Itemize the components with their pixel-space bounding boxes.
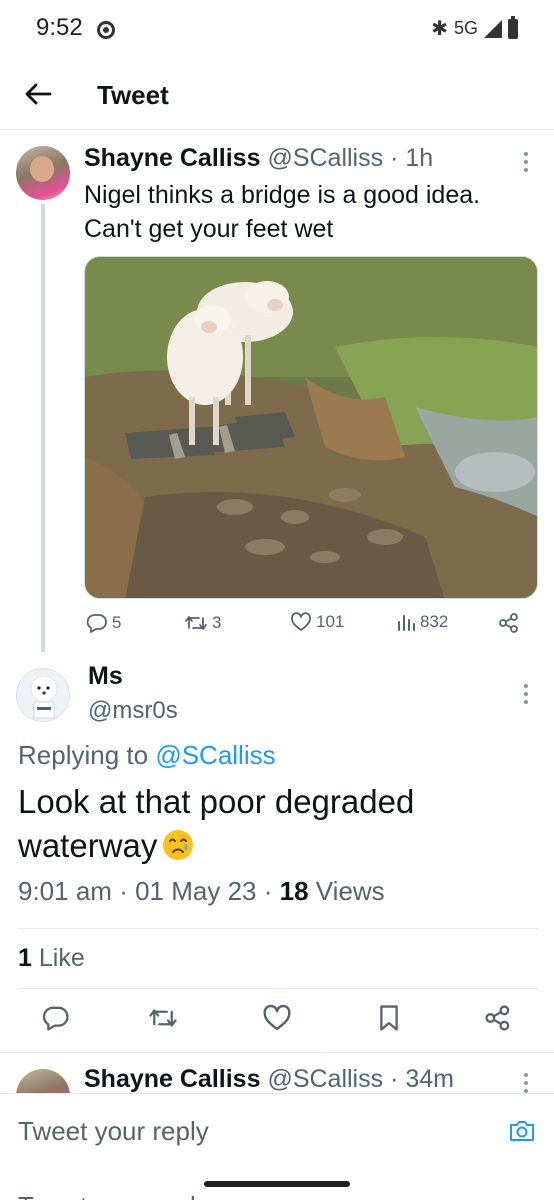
like-button[interactable]: 101 (290, 612, 344, 632)
main-tweet-actions (0, 1000, 554, 1040)
tweet-text-line: Nigel thinks a bridge is a good idea. (84, 181, 481, 209)
tweet-date: 01 May 23 (135, 876, 257, 906)
retweet-count: 3 (212, 613, 222, 632)
avatar[interactable] (16, 668, 70, 722)
author-name[interactable]: Shayne Calliss (84, 1065, 260, 1093)
tweet-actions: 5 3 101 832 (84, 612, 538, 642)
author-name[interactable]: Shayne Calliss (84, 144, 260, 172)
status-indicators: ✱ 5G (431, 15, 518, 41)
author-handle[interactable]: @msr0s (88, 697, 178, 725)
retweet-icon (149, 1009, 177, 1027)
more-options-icon[interactable] (524, 684, 530, 704)
view-count: 18 (279, 876, 309, 906)
replying-to: Replying to @SCalliss (18, 740, 276, 771)
share-icon (485, 1005, 510, 1031)
sync-icon (97, 21, 115, 39)
back-button[interactable] (20, 76, 56, 112)
like-count: 1 (18, 944, 32, 972)
heart-icon (291, 612, 311, 631)
like-button[interactable] (262, 1004, 292, 1037)
home-indicator[interactable] (204, 1181, 350, 1187)
tweet-text-line: Look at that poor degraded (18, 783, 415, 820)
tweet-author-line: Shayne Calliss @SCalliss · 1h (84, 144, 433, 173)
bottom-area: Tweet your reply (0, 1161, 554, 1200)
bookmark-button[interactable] (376, 1004, 402, 1037)
views-label: Views (315, 876, 385, 906)
author-handle[interactable]: @SCalliss (267, 144, 383, 172)
signal-icon (484, 19, 502, 38)
retweet-icon (185, 616, 207, 630)
more-options-icon[interactable] (524, 152, 530, 172)
reply-button[interactable]: 5 (86, 612, 121, 634)
view-count: 832 (420, 612, 449, 631)
divider (18, 988, 538, 989)
page-title: Tweet (97, 80, 169, 110)
tweet-text: Look at that poor degraded waterway (18, 780, 538, 868)
status-bar: 9:52 ✱ 5G (0, 0, 554, 58)
dot-separator: · (390, 144, 399, 172)
dog-avatar-image (17, 669, 69, 721)
retweet-button[interactable] (148, 1004, 178, 1037)
divider (18, 928, 538, 929)
back-arrow-icon (25, 83, 52, 105)
sheep-photo (85, 257, 537, 598)
crying-face-emoji-icon (163, 830, 194, 860)
views-button[interactable]: 832 (396, 612, 448, 632)
avatar[interactable] (16, 146, 70, 200)
replying-mention-link[interactable]: @SCalliss (155, 740, 275, 770)
likes-label: Like (38, 944, 85, 972)
reply-input-ghost: Tweet your reply (18, 1191, 209, 1200)
share-button[interactable] (484, 1004, 512, 1037)
views-icon (398, 615, 415, 631)
share-icon (499, 613, 518, 633)
tweet-time: 34m (405, 1065, 454, 1093)
reply-composer: Tweet your reply (0, 1093, 554, 1161)
tweet-text: Nigel thinks a bridge is a good idea. Ca… (84, 178, 534, 246)
author-name[interactable]: Ms (88, 662, 123, 691)
reply-icon (86, 614, 107, 633)
author-handle[interactable]: @SCalliss (267, 1065, 383, 1093)
top-app-bar: Tweet (0, 58, 554, 130)
likes-summary[interactable]: 1 Like (18, 944, 85, 973)
tweet-text-word: waterway (18, 827, 158, 864)
bookmark-icon (380, 1005, 398, 1031)
heart-icon (263, 1004, 291, 1031)
retweet-button[interactable]: 3 (184, 612, 221, 634)
tweet-text-line: Can't get your feet wet (84, 215, 334, 243)
dot-separator: · (390, 1065, 399, 1093)
tweet-text-line-2: waterway (18, 824, 538, 868)
more-options-icon[interactable] (524, 1073, 530, 1093)
replying-prefix: Replying to (18, 740, 149, 770)
dot-separator: · (119, 876, 128, 906)
tweet-author-line: Shayne Calliss @SCalliss · 34m (84, 1065, 454, 1093)
reply-input[interactable]: Tweet your reply (18, 1116, 209, 1147)
battery-icon (508, 15, 518, 39)
tweet-meta: 9:01 am · 01 May 23 · 18 Views (18, 876, 385, 907)
reply-count: 5 (112, 613, 122, 632)
avatar[interactable] (16, 1069, 70, 1093)
thread-connector (41, 204, 45, 652)
tweet-photo[interactable] (84, 256, 538, 599)
like-count: 101 (316, 612, 345, 631)
bluetooth-icon: ✱ (431, 18, 448, 40)
reply-button[interactable] (42, 1004, 70, 1037)
camera-button[interactable] (508, 1118, 536, 1149)
dot-separator: · (263, 876, 273, 906)
status-time: 9:52 (36, 14, 83, 41)
reply-tweet[interactable]: Shayne Calliss @SCalliss · 34m (0, 1053, 554, 1093)
network-type: 5G (453, 18, 478, 38)
reply-icon (42, 1006, 69, 1031)
tweet-time: 1h (405, 144, 434, 172)
tweet-time: 9:01 am (18, 876, 112, 906)
camera-icon (510, 1121, 534, 1141)
share-button[interactable] (498, 612, 520, 634)
